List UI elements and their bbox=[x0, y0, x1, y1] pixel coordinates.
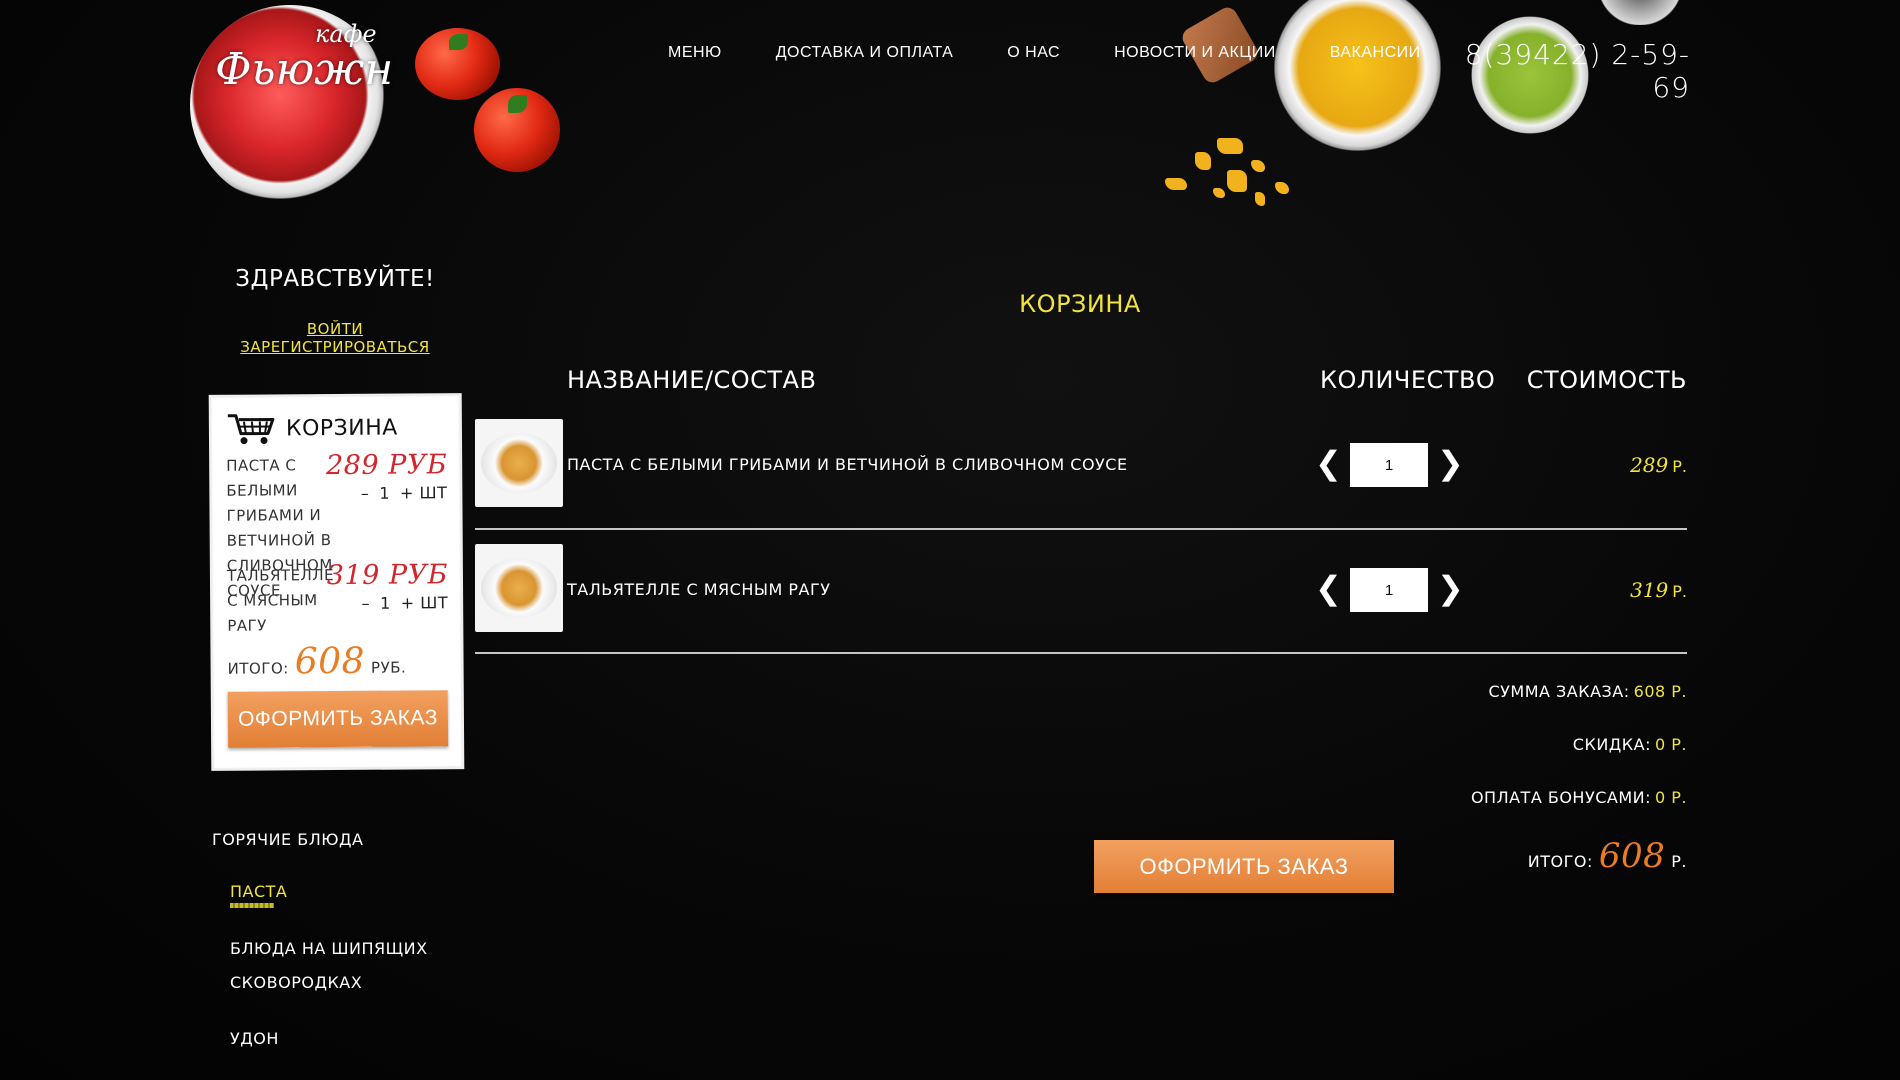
mini-cart-item-price: 289 РУБ bbox=[325, 449, 448, 482]
category-udon[interactable]: УДОН bbox=[230, 1022, 279, 1056]
dish-price-currency: Р. bbox=[1672, 582, 1687, 601]
chevron-left-icon[interactable]: ❮ bbox=[1315, 445, 1342, 485]
order-total-label: ИТОГО: bbox=[1527, 852, 1593, 871]
column-header-cost: СТОИМОСТЬ bbox=[1526, 366, 1687, 394]
dish-thumbnail bbox=[475, 544, 563, 632]
category-hot-dishes[interactable]: ГОРЯЧИЕ БЛЮДА bbox=[212, 830, 363, 849]
dish-price-value: 289 bbox=[1630, 453, 1669, 477]
spice-crumbs-decoration bbox=[1155, 130, 1325, 220]
main-nav: МЕНЮ ДОСТАВКА И ОПЛАТА О НАС НОВОСТИ И А… bbox=[668, 44, 1421, 62]
mini-cart-minus-button[interactable]: – bbox=[361, 591, 371, 616]
mini-cart-minus-button[interactable]: – bbox=[361, 481, 370, 506]
mini-cart-header: КОРЗИНА bbox=[226, 411, 398, 446]
mini-cart-order-button[interactable]: ОФОРМИТЬ ЗАКАЗ bbox=[227, 690, 449, 748]
column-header-name: НАЗВАНИЕ/СОСТАВ bbox=[567, 366, 817, 394]
bonus-payment-value: 0 Р. bbox=[1655, 788, 1687, 807]
chevron-right-icon[interactable]: ❯ bbox=[1437, 570, 1464, 610]
quantity-input[interactable] bbox=[1350, 443, 1428, 487]
category-sizzling-pans[interactable]: БЛЮДА НА ШИПЯЩИХ СКОВОРОДКАХ bbox=[230, 932, 430, 1000]
mini-cart-qty-value: 1 bbox=[379, 483, 391, 503]
register-link[interactable]: ЗАРЕГИСТРИРОВАТЬСЯ bbox=[240, 338, 429, 356]
discount: СКИДКА: 0 Р. bbox=[1573, 735, 1687, 754]
dish-name: ТАЛЬЯТЕЛЛЕ С МЯСНЫМ РАГУ bbox=[567, 580, 831, 599]
tomato-decoration bbox=[474, 88, 560, 172]
nav-vacancies[interactable]: ВАКАНСИИ bbox=[1330, 44, 1421, 62]
chevron-left-icon[interactable]: ❮ bbox=[1315, 570, 1342, 610]
mini-cart-qty-control: – 1 + ШТ bbox=[361, 590, 449, 616]
order-total-value: 608 bbox=[1598, 836, 1666, 876]
dish-price-currency: Р. bbox=[1672, 457, 1687, 476]
dish-name: ПАСТА С БЕЛЫМИ ГРИБАМИ И ВЕТЧИНОЙ В СЛИВ… bbox=[567, 455, 1128, 474]
nav-about[interactable]: О НАС bbox=[1007, 44, 1060, 62]
bonus-payment-label: ОПЛАТА БОНУСАМИ: bbox=[1470, 788, 1651, 807]
nav-news[interactable]: НОВОСТИ И АКЦИИ bbox=[1114, 44, 1276, 62]
nav-menu[interactable]: МЕНЮ bbox=[668, 44, 722, 62]
dish-price-value: 319 bbox=[1630, 578, 1669, 602]
greeting-text: ЗДРАВСТВУЙТЕ! bbox=[235, 266, 435, 292]
mini-cart-total-value: 608 bbox=[294, 640, 366, 683]
cart-icon bbox=[226, 411, 276, 445]
checkout-button[interactable]: ОФОРМИТЬ ЗАКАЗ bbox=[1094, 840, 1394, 893]
mini-cart-plus-button[interactable]: + ШТ bbox=[401, 590, 449, 615]
mini-cart-total-label: ИТОГО: bbox=[227, 659, 289, 678]
cart-page-title: КОРЗИНА bbox=[1019, 290, 1141, 318]
order-sum: СУММА ЗАКАЗА: 608 Р. bbox=[1488, 682, 1687, 701]
bowl-decoration bbox=[1585, 0, 1695, 25]
login-link[interactable]: ВОЙТИ bbox=[307, 320, 363, 338]
site-logo[interactable]: кафе Фьюжн bbox=[215, 20, 435, 92]
mini-cart-title: КОРЗИНА bbox=[285, 415, 398, 441]
site-header: кафе Фьюжн МЕНЮ ДОСТАВКА И ОПЛАТА О НАС … bbox=[0, 0, 1900, 240]
mini-cart-total: ИТОГО: 608 РУБ. bbox=[227, 640, 407, 683]
cart-row: ПАСТА С БЕЛЫМИ ГРИБАМИ И ВЕТЧИНОЙ В СЛИВ… bbox=[475, 405, 1687, 529]
mini-cart-total-currency: РУБ. bbox=[370, 658, 407, 677]
mini-cart-item: ТАЛЬЯТЕЛЛЕ С МЯСНЫМ РАГУ 319 РУБ – 1 + Ш… bbox=[227, 559, 453, 639]
order-total: ИТОГО: 608 Р. bbox=[1528, 836, 1687, 876]
auth-links: ВОЙТИ ЗАРЕГИСТРИРОВАТЬСЯ bbox=[215, 320, 455, 356]
category-pasta[interactable]: ПАСТА bbox=[230, 875, 287, 908]
phone-number[interactable]: 8(39422) 2-59-69 bbox=[1450, 38, 1690, 104]
nav-delivery[interactable]: ДОСТАВКА И ОПЛАТА bbox=[776, 44, 954, 62]
order-total-currency: Р. bbox=[1671, 852, 1687, 871]
logo-main-text: Фьюжн bbox=[215, 44, 394, 95]
mini-cart-qty-control: – 1 + ШТ bbox=[361, 480, 448, 506]
mini-cart-item-price: 319 РУБ bbox=[326, 559, 449, 592]
order-sum-label: СУММА ЗАКАЗА: bbox=[1488, 682, 1630, 701]
bonus-payment: ОПЛАТА БОНУСАМИ: 0 Р. bbox=[1471, 788, 1687, 807]
chevron-right-icon[interactable]: ❯ bbox=[1437, 445, 1464, 485]
discount-label: СКИДКА: bbox=[1572, 735, 1651, 754]
dish-price: 289 Р. bbox=[1630, 453, 1687, 477]
row-divider bbox=[475, 652, 1687, 654]
order-sum-value: 608 Р. bbox=[1633, 682, 1687, 701]
cart-row: ТАЛЬЯТЕЛЛЕ С МЯСНЫМ РАГУ ❮ ❯ 319Р. bbox=[475, 530, 1687, 654]
mini-cart: КОРЗИНА ПАСТА С БЕЛЫМИ ГРИБАМИ И ВЕТЧИНО… bbox=[211, 396, 462, 768]
quantity-input[interactable] bbox=[1350, 568, 1428, 612]
dish-thumbnail bbox=[475, 419, 563, 507]
discount-value: 0 Р. bbox=[1655, 735, 1687, 754]
dish-price: 319 Р. bbox=[1630, 578, 1687, 602]
column-header-quantity: КОЛИЧЕСТВО bbox=[1320, 366, 1496, 394]
mini-cart-qty-value: 1 bbox=[380, 593, 391, 613]
mini-cart-plus-button[interactable]: + ШТ bbox=[400, 480, 448, 505]
